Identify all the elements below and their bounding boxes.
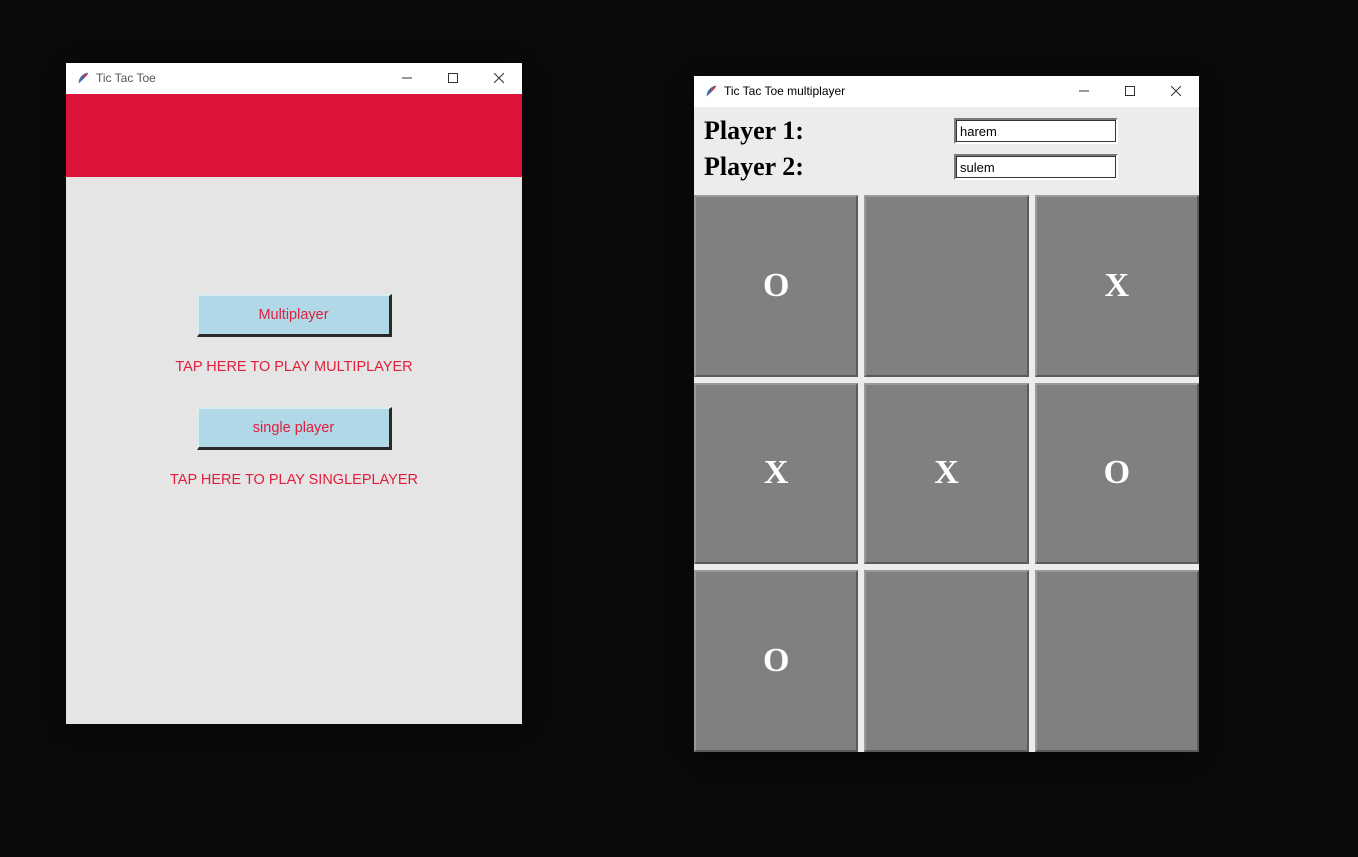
close-button[interactable] <box>1153 76 1199 106</box>
player2-label: Player 2: <box>704 152 954 182</box>
board-cell-1-0[interactable]: X <box>694 383 858 565</box>
singleplayer-button[interactable]: single player <box>197 407 392 450</box>
player1-input[interactable] <box>956 120 1116 142</box>
maximize-button[interactable] <box>1107 76 1153 106</box>
main-menu-window: Tic Tac Toe Multiplayer TAP HERE TO PLAY… <box>66 63 522 723</box>
multiplayer-hint-label: TAP HERE TO PLAY MULTIPLAYER <box>66 359 522 375</box>
player1-entry-frame <box>954 118 1118 144</box>
tk-feather-icon <box>76 71 90 85</box>
multiplayer-button[interactable]: Multiplayer <box>197 294 392 337</box>
titlebar[interactable]: Tic Tac Toe <box>66 63 522 94</box>
board-cell-0-0[interactable]: O <box>694 195 858 377</box>
menu-content: Multiplayer TAP HERE TO PLAY MULTIPLAYER… <box>66 294 522 520</box>
board-cell-0-1[interactable] <box>864 195 1028 377</box>
game-board: O X X X O O <box>694 195 1199 752</box>
board-cell-1-2[interactable]: O <box>1035 383 1199 565</box>
titlebar[interactable]: Tic Tac Toe multiplayer <box>694 76 1199 107</box>
board-cell-1-1[interactable]: X <box>864 383 1028 565</box>
tk-feather-icon <box>704 84 718 98</box>
board-cell-2-2[interactable] <box>1035 570 1199 752</box>
player-name-panel: Player 1: Player 2: <box>694 107 1199 195</box>
minimize-button[interactable] <box>384 63 430 93</box>
board-cell-0-2[interactable]: X <box>1035 195 1199 377</box>
player2-input[interactable] <box>956 156 1116 178</box>
window-title: Tic Tac Toe multiplayer <box>724 84 845 98</box>
board-cell-2-1[interactable] <box>864 570 1028 752</box>
singleplayer-hint-label: TAP HERE TO PLAY SINGLEPLAYER <box>66 472 522 488</box>
close-button[interactable] <box>476 63 522 93</box>
minimize-button[interactable] <box>1061 76 1107 106</box>
board-cell-2-0[interactable]: O <box>694 570 858 752</box>
header-banner <box>66 94 522 177</box>
window-body: Player 1: Player 2: O X X X O O <box>694 107 1199 752</box>
maximize-button[interactable] <box>430 63 476 93</box>
multiplayer-game-window: Tic Tac Toe multiplayer Player 1: Player… <box>694 76 1199 751</box>
player2-entry-frame <box>954 154 1118 180</box>
window-title: Tic Tac Toe <box>96 71 156 85</box>
window-body: Multiplayer TAP HERE TO PLAY MULTIPLAYER… <box>66 94 522 724</box>
player1-label: Player 1: <box>704 116 954 146</box>
